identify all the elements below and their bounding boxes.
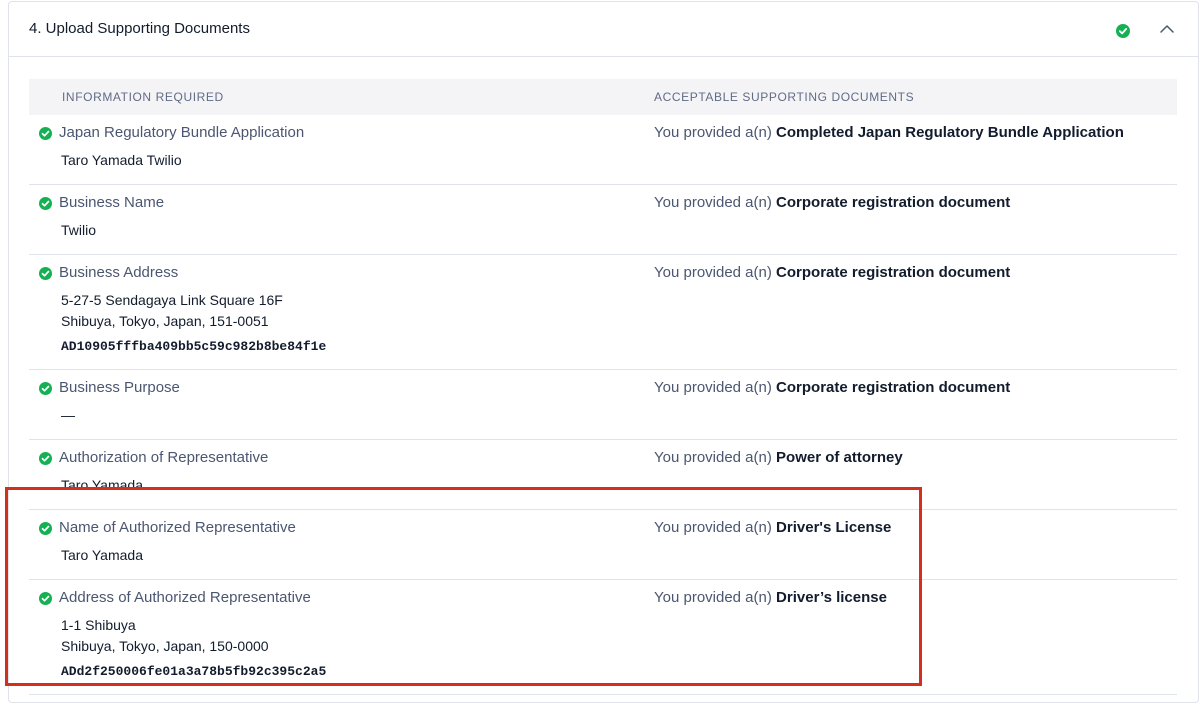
document-type: Corporate registration document [776, 194, 1011, 211]
requirement-value: Taro Yamada Twilio [61, 152, 182, 168]
provided-document: You provided a(n) Driver’s license [654, 589, 887, 606]
requirements-table: INFORMATION REQUIRED ACCEPTABLE SUPPORTI… [29, 79, 1177, 695]
check-circle-icon [1116, 24, 1130, 38]
requirement-label: Business Purpose [59, 379, 180, 396]
requirement-values: Taro Yamada [61, 545, 143, 566]
provided-document: You provided a(n) Completed Japan Regula… [654, 124, 1124, 141]
requirement-values: Taro Yamada [61, 475, 143, 496]
provided-document: You provided a(n) Corporate registration… [654, 194, 1010, 211]
check-circle-icon [39, 127, 52, 140]
requirement-value: Shibuya, Tokyo, Japan, 150-0000 [61, 638, 269, 654]
requirement-label: Japan Regulatory Bundle Application [59, 124, 305, 141]
requirement-value: Shibuya, Tokyo, Japan, 151-0051 [61, 313, 269, 329]
requirement-value: Taro Yamada [61, 547, 143, 563]
requirement-label: Name of Authorized Representative [59, 519, 296, 536]
requirement-value: Taro Yamada [61, 477, 143, 493]
check-circle-icon [39, 592, 52, 605]
supporting-documents-card: 4. Upload Supporting Documents INFORMATI… [8, 1, 1199, 703]
check-circle-icon [39, 382, 52, 395]
requirement-label: Business Name [59, 194, 165, 211]
requirement-label: Address of Authorized Representative [59, 589, 311, 606]
table-row: Name of Authorized Representative Taro Ya… [29, 510, 1177, 580]
section-title: 4. Upload Supporting Documents [29, 20, 250, 37]
document-type: Completed Japan Regulatory Bundle Applic… [776, 124, 1124, 141]
column-header-information-required: INFORMATION REQUIRED [62, 90, 224, 104]
requirement-values: — [61, 405, 75, 426]
document-type: Driver’s license [776, 589, 887, 606]
document-type: Corporate registration document [776, 379, 1011, 396]
requirement-values: Taro Yamada Twilio [61, 150, 182, 171]
table-header: INFORMATION REQUIRED ACCEPTABLE SUPPORTI… [29, 79, 1177, 115]
table-row: Address of Authorized Representative 1-1 … [29, 580, 1177, 695]
requirement-value: Twilio [61, 222, 97, 238]
document-type: Driver's License [776, 519, 892, 536]
provided-prefix: You provided a(n) [654, 589, 772, 606]
provided-prefix: You provided a(n) [654, 264, 772, 281]
table-row: Business Name Twilio You provided a(n) Cor… [29, 185, 1177, 255]
provided-document: You provided a(n) Corporate registration… [654, 379, 1010, 396]
requirement-value: 1-1 Shibuya [61, 617, 136, 633]
provided-prefix: You provided a(n) [654, 124, 772, 141]
table-body: Japan Regulatory Bundle Application Taro … [29, 115, 1177, 695]
check-circle-icon [39, 522, 52, 535]
table-row: Authorization of Representative Taro Yama… [29, 440, 1177, 510]
requirement-value: — [61, 407, 75, 423]
check-circle-icon [39, 452, 52, 465]
check-circle-icon [39, 267, 52, 280]
document-type: Power of attorney [776, 449, 903, 466]
table-row: Japan Regulatory Bundle Application Taro … [29, 115, 1177, 185]
provided-prefix: You provided a(n) [654, 519, 772, 536]
address-sid: ADd2f250006fe01a3a78b5fb92c395c2a5 [61, 664, 327, 679]
provided-document: You provided a(n) Corporate registration… [654, 264, 1010, 281]
requirement-label: Authorization of Representative [59, 449, 269, 466]
provided-prefix: You provided a(n) [654, 379, 772, 396]
provided-prefix: You provided a(n) [654, 194, 772, 211]
requirement-values: 5-27-5 Sendagaya Link Square 16F Shibuya,… [61, 290, 326, 354]
requirement-label: Business Address [59, 264, 179, 281]
table-row: Business Purpose — You provided a(n) Corpo… [29, 370, 1177, 440]
provided-prefix: You provided a(n) [654, 449, 772, 466]
requirement-values: Twilio [61, 220, 96, 241]
provided-document: You provided a(n) Driver's License [654, 519, 891, 536]
address-sid: AD10905fffba409bb5c59c982b8be84f1e [61, 339, 327, 354]
requirement-value: 5-27-5 Sendagaya Link Square 16F [61, 292, 283, 308]
chevron-up-icon[interactable] [1159, 22, 1175, 34]
check-circle-icon [39, 197, 52, 210]
section-header[interactable]: 4. Upload Supporting Documents [9, 2, 1198, 57]
provided-document: You provided a(n) Power of attorney [654, 449, 903, 466]
document-type: Corporate registration document [776, 264, 1011, 281]
table-row: Business Address 5-27-5 Sendagaya Link Sq… [29, 255, 1177, 370]
column-header-acceptable-documents: ACCEPTABLE SUPPORTING DOCUMENTS [654, 90, 915, 104]
requirement-values: 1-1 Shibuya Shibuya, Tokyo, Japan, 150-00… [61, 615, 326, 679]
